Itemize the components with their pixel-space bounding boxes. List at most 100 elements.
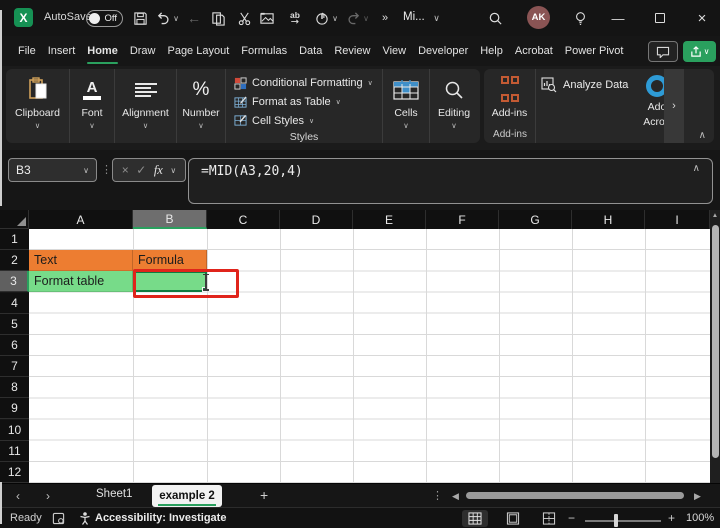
insert-function-icon[interactable]: fx [154, 163, 163, 178]
cell-styles-button[interactable]: Cell Styles∨ [234, 111, 314, 130]
conditional-formatting-button[interactable]: Conditional Formatting∨ [234, 74, 373, 93]
view-page-break-button[interactable] [536, 510, 562, 527]
ribbon-scroll-right-button[interactable]: › [664, 69, 684, 143]
zoom-level[interactable]: 100% [686, 512, 714, 524]
column-header-E[interactable]: E [353, 210, 426, 229]
tab-draw[interactable]: Draw [130, 45, 156, 57]
column-header-B[interactable]: B [133, 210, 207, 229]
macro-record-icon[interactable] [52, 512, 65, 528]
touch-mode-dropdown-icon[interactable]: ∨ [331, 10, 339, 26]
row-header-7[interactable]: 7 [0, 356, 29, 377]
comments-button[interactable] [648, 41, 678, 62]
row-header-3[interactable]: 3 [0, 271, 29, 292]
tab-home[interactable]: Home [87, 45, 118, 57]
name-box-dropdown-icon[interactable]: ∨ [83, 166, 89, 175]
excel-logo-icon[interactable]: X [14, 8, 33, 27]
sheet-nav-right-icon[interactable]: › [46, 489, 50, 503]
collapse-ribbon-icon[interactable]: ∧ [699, 130, 706, 141]
lightbulb-icon[interactable] [572, 10, 588, 26]
column-header-F[interactable]: F [426, 210, 499, 229]
clipboard-group-button[interactable]: Clipboard ∨ [6, 69, 70, 143]
zoom-slider-track[interactable] [585, 520, 661, 522]
row-header-10[interactable]: 10 [0, 420, 29, 441]
save-icon[interactable] [132, 10, 148, 26]
row-header-6[interactable]: 6 [0, 335, 29, 356]
autosave-toggle[interactable]: Off [86, 10, 123, 27]
tab-file[interactable]: File [18, 45, 36, 57]
column-header-D[interactable]: D [280, 210, 353, 229]
accessibility-icon[interactable] [78, 511, 92, 528]
insert-picture-icon[interactable] [259, 10, 275, 26]
sheet-nav-left-icon[interactable]: ‹ [16, 489, 20, 503]
add-sheet-button[interactable]: + [260, 487, 268, 503]
format-as-table-button[interactable]: Format as Table∨ [234, 93, 341, 112]
document-title[interactable]: Mi... [403, 11, 425, 23]
sheet-tab-example2-active[interactable]: example 2 [152, 485, 222, 507]
touch-mouse-mode-icon[interactable] [314, 10, 330, 26]
name-box[interactable]: B3 ∨ [8, 158, 97, 182]
sheet-tab-sheet1[interactable]: Sheet1 [96, 488, 132, 500]
undo-dropdown-icon[interactable]: ∨ [172, 10, 180, 26]
row-header-12[interactable]: 12 [0, 462, 29, 483]
row-header-11[interactable]: 11 [0, 441, 29, 462]
view-normal-button[interactable] [462, 510, 488, 527]
scroll-right-icon[interactable]: ▶ [694, 491, 701, 502]
scroll-left-icon[interactable]: ◀ [452, 491, 459, 502]
undo-icon[interactable] [155, 10, 171, 26]
column-header-I[interactable]: I [645, 210, 710, 229]
zoom-out-button[interactable]: − [568, 511, 575, 525]
cancel-icon[interactable]: × [122, 163, 129, 177]
collapse-formula-bar-icon[interactable]: ∧ [693, 163, 700, 174]
row-header-4[interactable]: 4 [0, 293, 29, 314]
accessibility-status[interactable]: Accessibility: Investigate [95, 512, 226, 524]
row-header-1[interactable]: 1 [0, 229, 29, 250]
tab-view[interactable]: View [382, 45, 406, 57]
minimize-button[interactable]: — [610, 10, 626, 26]
scroll-up-icon[interactable]: ▲ [710, 212, 720, 219]
vertical-scrollbar-thumb[interactable] [712, 225, 719, 458]
tab-help[interactable]: Help [480, 45, 503, 57]
font-group-button[interactable]: A Font ∨ [70, 69, 115, 143]
tab-formulas[interactable]: Formulas [241, 45, 287, 57]
tab-acrobat[interactable]: Acrobat [515, 45, 553, 57]
horizontal-scrollbar-thumb[interactable] [466, 492, 684, 499]
tab-power-pivot[interactable]: Power Pivot [565, 45, 624, 57]
column-header-H[interactable]: H [572, 210, 645, 229]
row-header-8[interactable]: 8 [0, 377, 29, 398]
cells-group-button[interactable]: Cells ∨ [383, 69, 430, 143]
column-header-A[interactable]: A [29, 210, 133, 229]
tab-bar-dots-icon[interactable]: ⋮ [432, 489, 443, 502]
zoom-in-button[interactable]: + [668, 511, 675, 525]
translate-icon[interactable]: ab [287, 10, 303, 26]
cell-A3[interactable]: Format table [29, 271, 133, 292]
editing-group-button[interactable]: Editing ∨ [430, 69, 478, 143]
close-button[interactable]: × [694, 10, 710, 26]
alignment-group-button[interactable]: Alignment ∨ [115, 69, 177, 143]
analyze-data-button[interactable]: Analyze Data [541, 77, 628, 93]
zoom-slider-thumb[interactable] [614, 514, 618, 527]
tab-review[interactable]: Review [334, 45, 370, 57]
search-icon[interactable] [487, 10, 503, 26]
number-group-button[interactable]: % Number ∨ [177, 69, 226, 143]
vertical-scrollbar[interactable]: ▲ [710, 210, 720, 483]
tab-page-layout[interactable]: Page Layout [167, 45, 229, 57]
share-button[interactable]: ∨ [683, 41, 716, 62]
more-commands-icon[interactable]: » [377, 10, 393, 26]
title-dropdown-icon[interactable]: ∨ [432, 10, 441, 26]
fx-dropdown-icon[interactable]: ∨ [170, 166, 176, 175]
row-header-2[interactable]: 2 [0, 250, 29, 271]
cell-A2[interactable]: Text [29, 250, 133, 271]
column-header-C[interactable]: C [207, 210, 280, 229]
tab-developer[interactable]: Developer [418, 45, 468, 57]
view-page-layout-button[interactable] [500, 510, 526, 527]
account-avatar[interactable]: AK [527, 6, 550, 29]
cut-icon[interactable] [236, 10, 252, 26]
copy-icon[interactable] [210, 10, 226, 26]
maximize-button[interactable] [652, 10, 668, 26]
row-header-9[interactable]: 9 [0, 398, 29, 419]
select-all-corner[interactable] [0, 210, 29, 229]
column-header-G[interactable]: G [499, 210, 572, 229]
formula-input[interactable]: =MID(A3,20,4) ∧ [188, 158, 713, 204]
enter-icon[interactable]: ✓ [136, 163, 146, 177]
tab-insert[interactable]: Insert [48, 45, 76, 57]
